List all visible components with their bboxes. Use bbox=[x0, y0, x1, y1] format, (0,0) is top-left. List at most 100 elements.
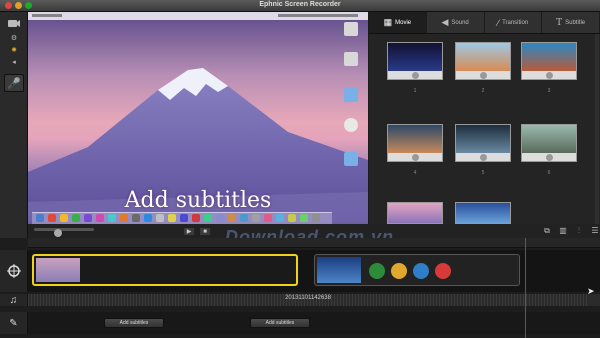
media-thumbnail[interactable] bbox=[455, 202, 511, 224]
thumbnail-image bbox=[456, 203, 510, 223]
clip-thumbnail bbox=[317, 257, 361, 283]
media-thumbnail[interactable] bbox=[387, 124, 443, 162]
dock-icon[interactable] bbox=[36, 214, 44, 222]
dock-icon[interactable] bbox=[120, 214, 128, 222]
sliders-icon: ☰ bbox=[591, 226, 599, 235]
thumbnail-play-icon[interactable] bbox=[412, 154, 419, 161]
video-preview[interactable]: Add subtitles bbox=[28, 12, 368, 224]
media-thumbnail[interactable] bbox=[387, 42, 443, 80]
media-thumbnail[interactable] bbox=[455, 42, 511, 80]
thumbnail-number: 5 bbox=[481, 170, 485, 176]
settings-small-button[interactable]: ⚙ bbox=[4, 34, 24, 42]
thumbnail-play-icon[interactable] bbox=[412, 72, 419, 79]
video-clip-selected[interactable] bbox=[32, 254, 298, 286]
tab-sound[interactable]: ◀ Sound bbox=[427, 12, 485, 33]
dock-icon[interactable] bbox=[252, 214, 260, 222]
desktop-folder-icon[interactable] bbox=[338, 152, 364, 166]
play-button[interactable]: ▶ bbox=[183, 227, 195, 236]
zoom-slider-knob[interactable] bbox=[54, 229, 62, 237]
transition-dot[interactable] bbox=[413, 263, 429, 279]
desktop-folder-icon[interactable] bbox=[338, 88, 364, 102]
panel-scrollbar[interactable] bbox=[595, 34, 599, 236]
microphone-icon: 🎤 bbox=[7, 77, 21, 90]
dock-icon[interactable] bbox=[180, 214, 188, 222]
thumbnail-play-icon[interactable] bbox=[546, 154, 553, 161]
thumbnail-image bbox=[456, 125, 510, 153]
trash-icon: ▥ bbox=[559, 226, 567, 235]
desktop-drive-icon[interactable] bbox=[338, 22, 364, 36]
dock-icon[interactable] bbox=[132, 214, 140, 222]
thumbnail-play-icon[interactable] bbox=[480, 154, 487, 161]
settings-button[interactable]: ☰ bbox=[589, 226, 600, 237]
clip-thumbnail bbox=[36, 258, 80, 282]
dock-icon[interactable] bbox=[204, 214, 212, 222]
preview-menu-bar bbox=[28, 12, 368, 20]
dock-icon[interactable] bbox=[144, 214, 152, 222]
dock-icon[interactable] bbox=[108, 214, 116, 222]
dock-icon[interactable] bbox=[168, 214, 176, 222]
thumbnail-play-icon[interactable] bbox=[546, 72, 553, 79]
transition-dot[interactable] bbox=[391, 263, 407, 279]
delete-button[interactable]: ▥ bbox=[557, 226, 569, 237]
audio-track[interactable]: 20131101142638 bbox=[28, 294, 600, 306]
dock-icon[interactable] bbox=[156, 214, 164, 222]
dock-icon[interactable] bbox=[84, 214, 92, 222]
dock-icon[interactable] bbox=[264, 214, 272, 222]
media-tabs: ▦ Movie ◀ Sound ⁄ Transition T Subtitle bbox=[369, 12, 600, 34]
subtitle-track: Add subtitles Add subtitles bbox=[28, 312, 600, 334]
mouse-cursor-icon: ➤ bbox=[587, 286, 595, 296]
dock-icon[interactable] bbox=[72, 214, 80, 222]
thumbnail-image bbox=[388, 43, 442, 71]
camera-button[interactable] bbox=[4, 16, 24, 30]
pencil-icon: ✎ bbox=[9, 317, 18, 329]
media-thumbnail[interactable] bbox=[521, 124, 577, 162]
dock-icon[interactable] bbox=[276, 214, 284, 222]
play-icon: ▶ bbox=[186, 229, 192, 235]
dock-icon[interactable] bbox=[240, 214, 248, 222]
media-thumbnail[interactable] bbox=[455, 124, 511, 162]
tab-subtitle[interactable]: T Subtitle bbox=[542, 12, 600, 33]
media-thumbnail[interactable] bbox=[387, 202, 443, 224]
split-button[interactable]: ⫶ bbox=[573, 226, 585, 237]
subtitle-caption: Add subtitles bbox=[124, 188, 272, 213]
dock-icon[interactable] bbox=[192, 214, 200, 222]
thumbnail-play-icon[interactable] bbox=[480, 72, 487, 79]
trash-icon[interactable] bbox=[312, 214, 320, 222]
add-subtitles-button[interactable]: Add subtitles bbox=[104, 318, 164, 328]
dock-icon[interactable] bbox=[216, 214, 224, 222]
thumbnail-image bbox=[456, 43, 510, 71]
timeline-ruler[interactable] bbox=[28, 238, 600, 248]
transition-dot[interactable] bbox=[435, 263, 451, 279]
crop-button[interactable]: ⧉ bbox=[541, 226, 553, 237]
tab-label: Transition bbox=[502, 19, 529, 26]
thumbnail-image bbox=[522, 43, 576, 71]
text-icon: T bbox=[556, 17, 563, 28]
video-clip[interactable] bbox=[314, 254, 520, 286]
sun-icon: ✹ bbox=[11, 47, 17, 54]
tab-transition[interactable]: ⁄ Transition bbox=[485, 12, 543, 33]
dock-icon[interactable] bbox=[60, 214, 68, 222]
target-icon bbox=[6, 264, 21, 278]
dock-icon[interactable] bbox=[300, 214, 308, 222]
dock-icon[interactable] bbox=[48, 214, 56, 222]
zoom-slider[interactable] bbox=[34, 228, 94, 237]
desktop-drive-icon[interactable] bbox=[338, 52, 364, 66]
desktop-app-icon[interactable] bbox=[338, 118, 364, 132]
playhead[interactable] bbox=[525, 238, 526, 338]
light-button[interactable]: ✹ bbox=[4, 46, 24, 54]
dock-icon[interactable] bbox=[96, 214, 104, 222]
tab-label: Sound bbox=[451, 19, 469, 26]
stop-button[interactable]: ■ bbox=[199, 227, 211, 236]
dock-icon[interactable] bbox=[288, 214, 296, 222]
dock-icon[interactable] bbox=[228, 214, 236, 222]
add-subtitles-button[interactable]: Add subtitles bbox=[250, 318, 310, 328]
thumbnail-number: 3 bbox=[547, 88, 551, 94]
tab-label: Movie bbox=[395, 19, 412, 26]
transition-dot[interactable] bbox=[369, 263, 385, 279]
media-thumbnail[interactable] bbox=[521, 42, 577, 80]
tab-label: Subtitle bbox=[565, 19, 586, 26]
camera-icon bbox=[8, 20, 20, 27]
volume-button[interactable]: ◂ bbox=[4, 58, 24, 66]
microphone-button[interactable]: 🎤 bbox=[4, 74, 24, 92]
tab-movie[interactable]: ▦ Movie bbox=[369, 12, 427, 33]
